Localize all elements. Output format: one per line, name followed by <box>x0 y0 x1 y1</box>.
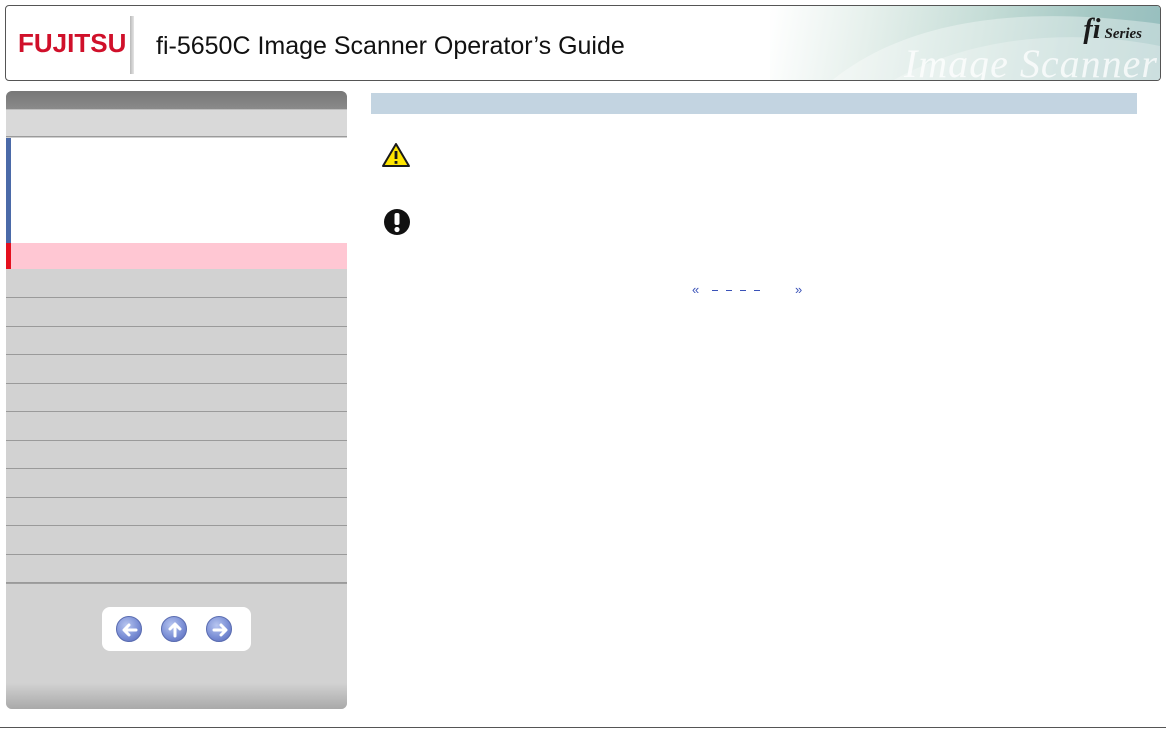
previous-page-link[interactable]: « <box>692 282 699 297</box>
sidebar-item[interactable] <box>6 555 347 583</box>
header: FUJITSU fi-5650C Image Scanner Operator’… <box>5 5 1161 81</box>
arrow-left-icon <box>122 623 138 637</box>
sidebar-item[interactable] <box>6 412 347 441</box>
sidebar-subsection <box>6 138 347 243</box>
fi-mark: fi <box>1083 14 1101 45</box>
series-word: Series <box>1104 26 1143 42</box>
navigation-buttons <box>102 607 251 651</box>
footer-rule <box>0 727 1166 728</box>
sidebar-item[interactable] <box>6 355 347 384</box>
series-banner: Image Scanner fi Series <box>770 6 1160 81</box>
arrow-right-icon <box>212 623 228 637</box>
sidebar-item[interactable] <box>6 469 347 498</box>
sidebar-item[interactable] <box>6 327 347 355</box>
sidebar-bottom-shade <box>6 683 347 709</box>
sidebar-item[interactable] <box>6 526 347 555</box>
sidebar-item-active[interactable] <box>6 243 347 269</box>
next-page-link[interactable]: » <box>795 282 802 297</box>
sidebar-item[interactable] <box>6 109 347 137</box>
up-button[interactable] <box>161 616 187 642</box>
sidebar-item[interactable] <box>6 384 347 412</box>
logo-divider <box>130 16 134 74</box>
next-page-button[interactable] <box>206 616 232 642</box>
arrow-up-icon <box>168 622 182 638</box>
banner-image-text: Image Scanner <box>903 41 1158 81</box>
document-title: fi-5650C Image Scanner Operator’s Guide <box>156 32 625 60</box>
page-link-dash[interactable] <box>740 290 746 291</box>
page-link-dash[interactable] <box>726 290 732 291</box>
sidebar-item[interactable] <box>6 298 347 327</box>
fi-series-logo: fi Series <box>1083 14 1142 46</box>
important-icon <box>384 209 410 235</box>
section-heading-bar <box>371 93 1137 114</box>
sidebar-item[interactable] <box>6 441 347 469</box>
sidebar-footer <box>6 583 347 709</box>
sidebar-item[interactable] <box>6 269 347 298</box>
warning-icon <box>382 143 410 167</box>
page-link-dash[interactable] <box>754 290 760 291</box>
sidebar-item[interactable] <box>6 498 347 526</box>
previous-page-button[interactable] <box>116 616 142 642</box>
page-link-dash[interactable] <box>712 290 718 291</box>
sidebar <box>6 91 347 709</box>
sidebar-top-bar <box>6 91 347 109</box>
fujitsu-logo: FUJITSU <box>18 28 127 58</box>
